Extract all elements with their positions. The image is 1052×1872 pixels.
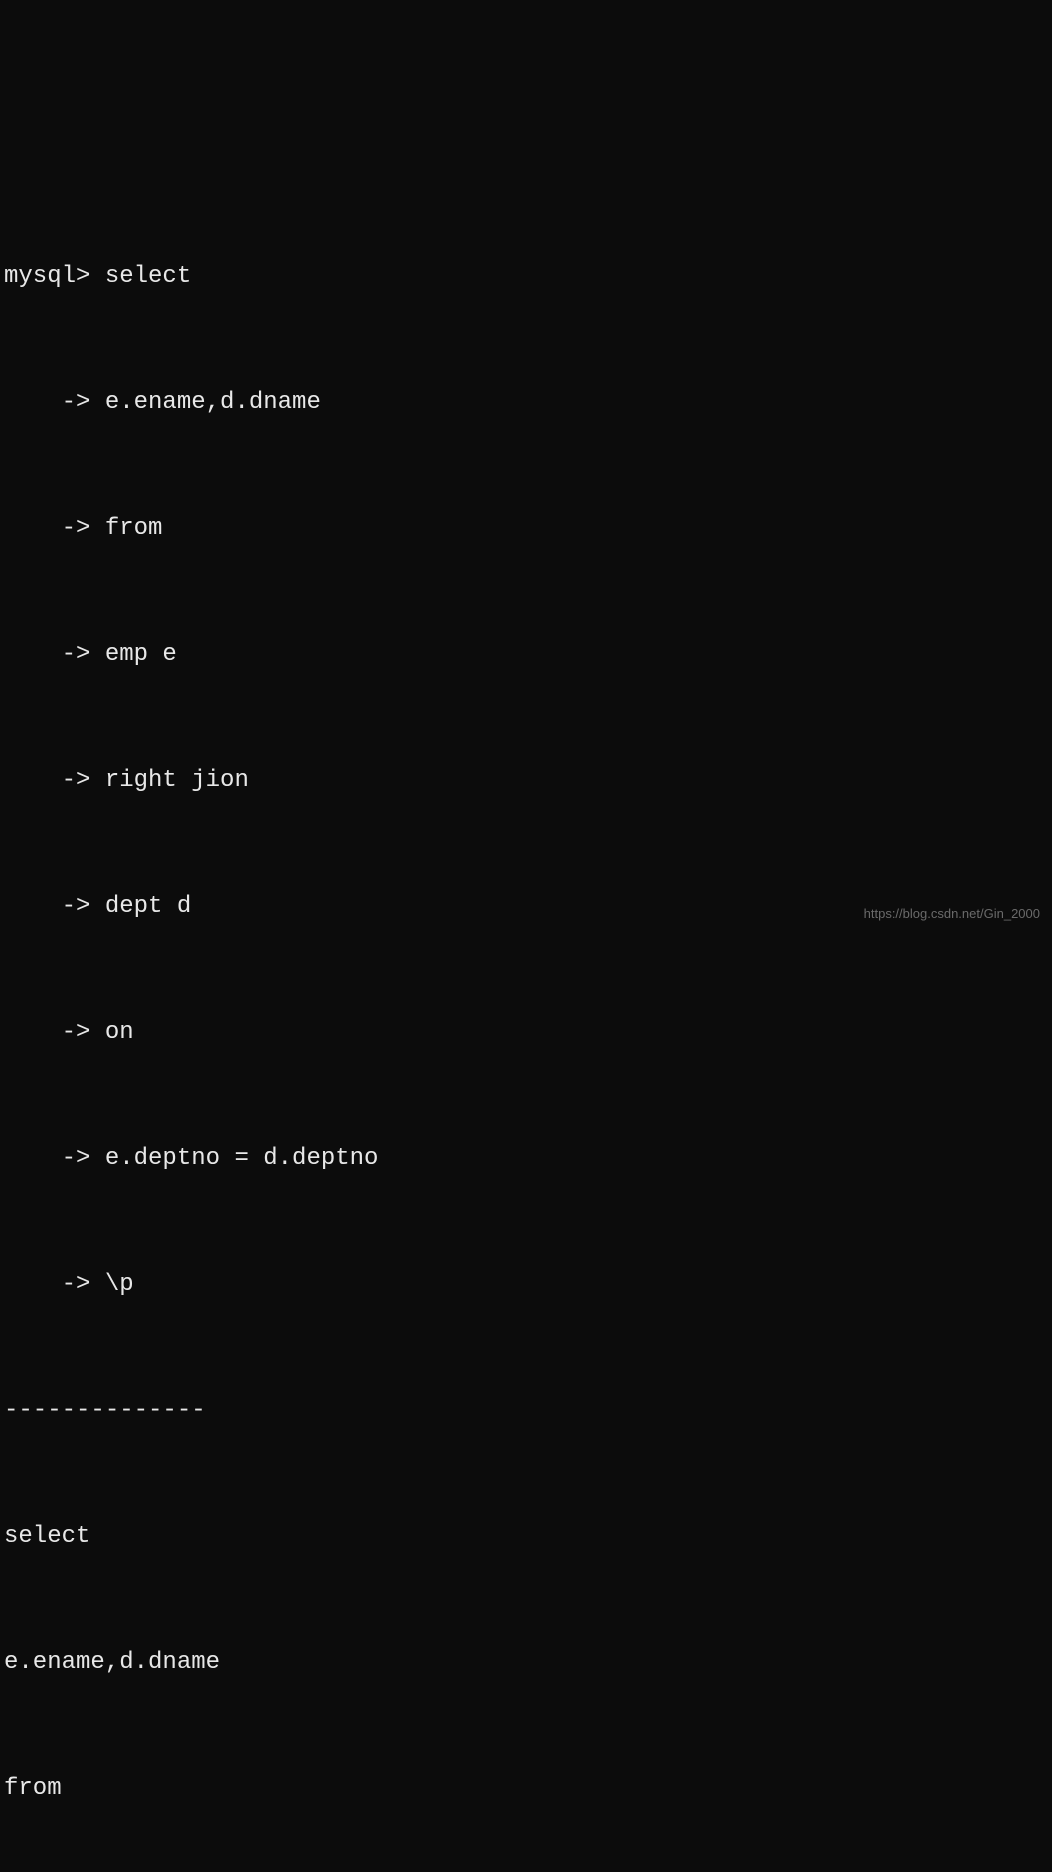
terminal-line: e.ename,d.dname — [4, 1642, 1052, 1684]
terminal-line: -> e.ename,d.dname — [4, 382, 1052, 424]
terminal-output: mysql> select -> e.ename,d.dname -> from… — [4, 172, 1052, 1872]
terminal-line: -------------- — [4, 1390, 1052, 1432]
terminal-line: -> right jion — [4, 760, 1052, 802]
terminal-line: -> from — [4, 508, 1052, 550]
terminal-line: select — [4, 1516, 1052, 1558]
terminal-line: -> emp e — [4, 634, 1052, 676]
terminal-line: -> e.deptno = d.deptno — [4, 1138, 1052, 1180]
terminal-line: mysql> select — [4, 256, 1052, 298]
terminal-line: -> \p — [4, 1264, 1052, 1306]
terminal-line: -> on — [4, 1012, 1052, 1054]
watermark: https://blog.csdn.net/Gin_2000 — [864, 903, 1040, 926]
terminal-line: from — [4, 1768, 1052, 1810]
